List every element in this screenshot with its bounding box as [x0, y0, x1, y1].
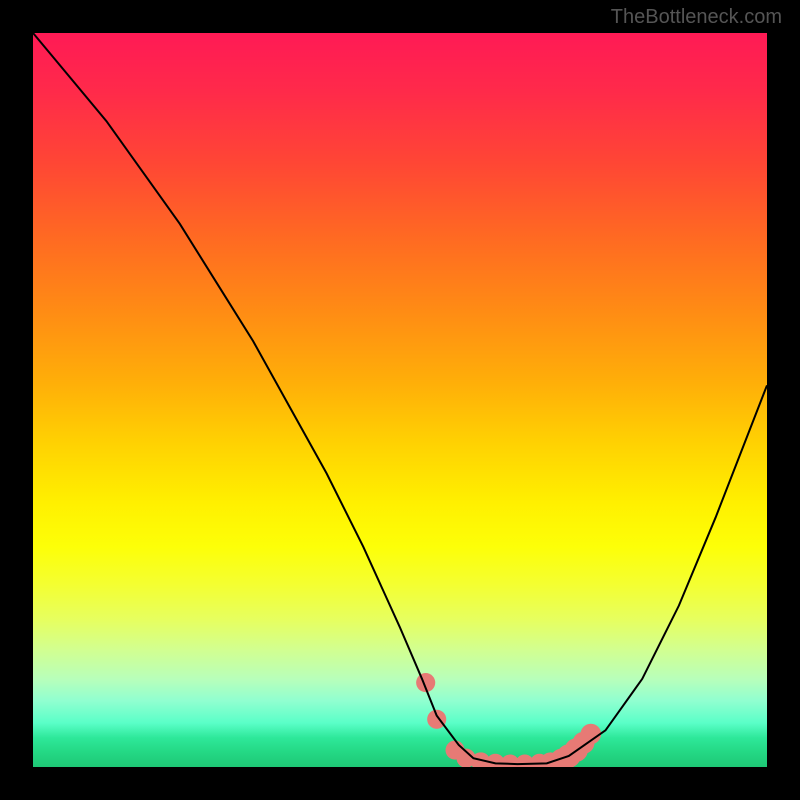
plot-area [33, 33, 767, 767]
chart-svg [33, 33, 767, 767]
watermark-text: TheBottleneck.com [611, 6, 782, 29]
chart-frame: TheBottleneck.com [0, 0, 800, 800]
bottleneck-curve [33, 33, 767, 764]
